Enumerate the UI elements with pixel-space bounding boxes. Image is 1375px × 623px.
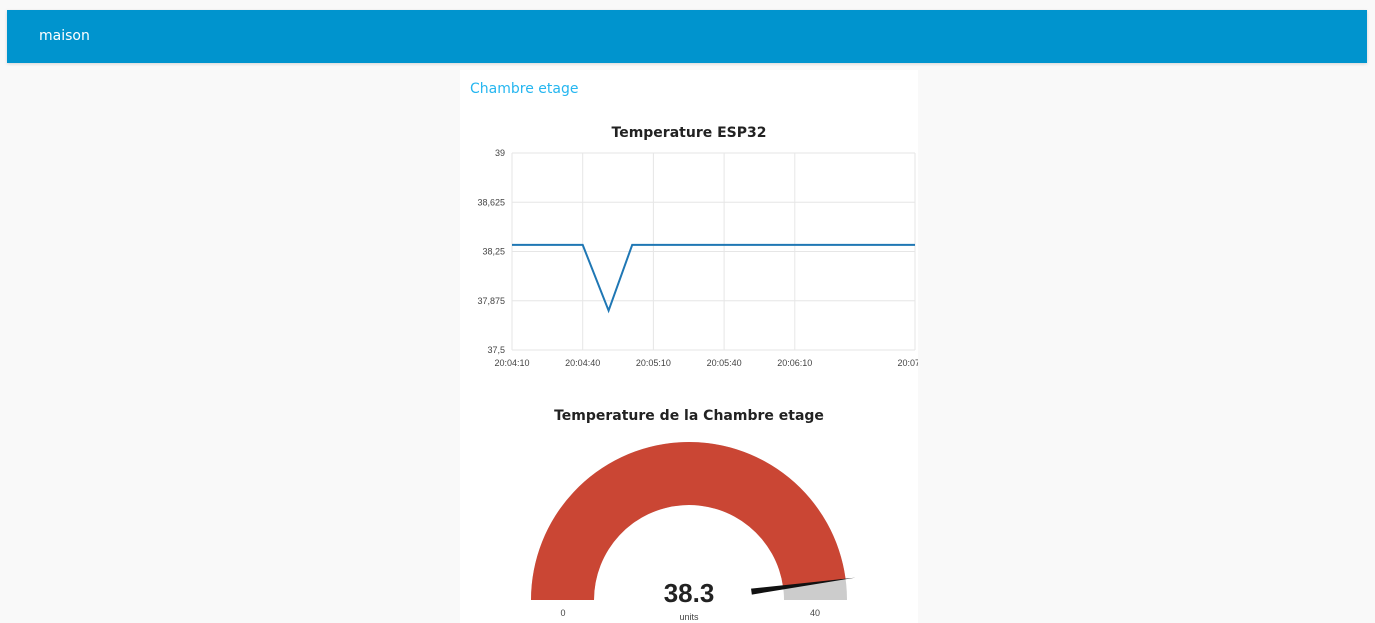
x-tick-label: 20:04:40 [565, 358, 600, 368]
chart-grid [511, 152, 916, 351]
y-tick-label: 38,625 [477, 197, 505, 207]
gauge-value: 38.3 [664, 578, 715, 608]
group-title: Chambre etage [470, 81, 579, 97]
x-tick-label: 20:05:10 [636, 358, 671, 368]
x-tick-label: 20:05:40 [707, 358, 742, 368]
y-tick-label: 37,875 [477, 296, 505, 306]
y-tick-label: 38,25 [482, 247, 505, 257]
gauge-units: units [679, 612, 699, 622]
dashboard-page: maison Chambre etage Temperature ESP32 3… [0, 0, 1375, 623]
y-tick-label: 39 [495, 148, 505, 158]
gauge-max-label: 40 [810, 608, 820, 618]
gauge-title: Temperature de la Chambre etage [554, 408, 824, 424]
header-title: maison [39, 28, 90, 44]
x-tick-label: 20:07:01 [897, 358, 918, 368]
chart-x-axis: 20:04:10 20:04:40 20:05:10 20:05:40 20:06:10… [494, 358, 918, 368]
gauge-fill [531, 441, 846, 600]
temperature-gauge: 38.3 units 0 40 [531, 441, 856, 622]
app-header: maison [7, 10, 1367, 63]
chart-title: Temperature ESP32 [611, 125, 767, 141]
y-tick-label: 37,5 [487, 345, 505, 355]
x-tick-label: 20:04:10 [494, 358, 529, 368]
temperature-line-chart: 39 38,625 38,25 37,875 37,5 20:04:10 20:04:40… [477, 148, 918, 368]
gauge-min-label: 0 [560, 608, 565, 618]
x-tick-label: 20:06:10 [777, 358, 812, 368]
chart-y-axis: 39 38,625 38,25 37,875 37,5 [477, 148, 505, 355]
group-card: Chambre etage Temperature ESP32 39 38,625… [460, 70, 918, 623]
